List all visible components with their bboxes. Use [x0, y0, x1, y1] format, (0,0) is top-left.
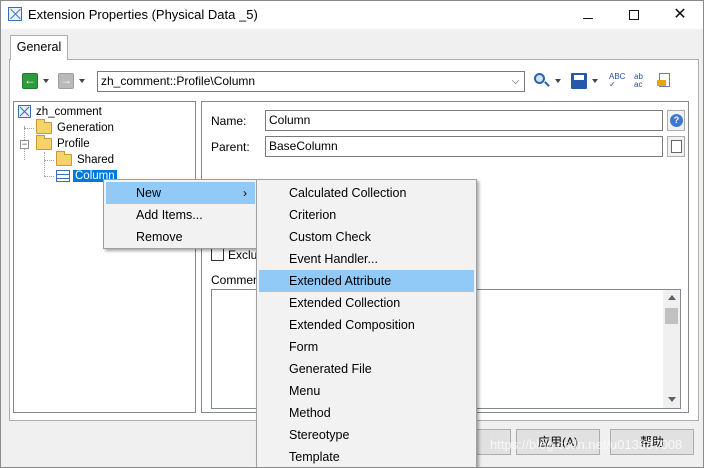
tree-node-profile[interactable]: Profile	[36, 135, 92, 152]
help-icon: ?	[670, 114, 683, 127]
find-dropdown-icon[interactable]	[555, 79, 561, 83]
properties-icon	[671, 140, 682, 153]
submenu-arrow-icon: ›	[243, 186, 247, 200]
context-menu: New › Add Items... Remove	[103, 179, 258, 249]
extension-tree[interactable]: zh_comment Generation − Profile Shared C…	[13, 101, 196, 413]
menu-item-template[interactable]: Template	[259, 446, 474, 467]
toolbar: ← → zh_comment::Profile\Column ⌵ ABC ✓ a…	[15, 69, 695, 95]
back-button[interactable]: ←	[22, 73, 38, 89]
object-path-combobox[interactable]: zh_comment::Profile\Column ⌵	[97, 71, 525, 92]
tab-general[interactable]: General	[10, 35, 68, 60]
new-submenu: Calculated Collection Criterion Custom C…	[256, 179, 477, 467]
menu-item-extended-attribute[interactable]: Extended Attribute	[259, 270, 474, 292]
folder-icon	[56, 151, 72, 166]
tree-node-shared[interactable]: Shared	[56, 151, 116, 168]
close-button[interactable]: ✕	[657, 1, 703, 29]
parent-label: Parent:	[211, 140, 250, 154]
close-icon: ✕	[673, 6, 687, 23]
spell-check-button[interactable]: ABC ✓	[609, 73, 625, 89]
parent-field[interactable]: BaseColumn	[265, 136, 663, 157]
menu-item-method[interactable]: Method	[259, 402, 474, 424]
chevron-down-icon[interactable]: ⌵	[507, 72, 524, 91]
tree-node-zh-comment[interactable]: zh_comment	[18, 104, 104, 120]
forward-dropdown-icon[interactable]	[79, 79, 85, 83]
maximize-button[interactable]	[611, 1, 657, 29]
menu-item-menu[interactable]: Menu	[259, 380, 474, 402]
menu-item-criterion[interactable]: Criterion	[259, 204, 474, 226]
find-button[interactable]	[534, 73, 550, 89]
class-icon	[56, 170, 70, 182]
exclude-checkbox[interactable]	[211, 248, 224, 261]
extension-icon	[8, 7, 22, 21]
collapse-profile-icon[interactable]: −	[20, 140, 29, 149]
menu-item-extended-collection[interactable]: Extended Collection	[259, 292, 474, 314]
minimize-icon	[583, 18, 593, 19]
extension-properties-window: Extension Properties (Physical Data _5) …	[0, 0, 704, 468]
minimize-button[interactable]	[565, 1, 611, 29]
menu-item-event-handler[interactable]: Event Handler...	[259, 248, 474, 270]
parent-properties-button[interactable]	[667, 136, 685, 157]
folder-icon	[36, 135, 52, 150]
menu-item-stereotype[interactable]: Stereotype	[259, 424, 474, 446]
menu-item-form[interactable]: Form	[259, 336, 474, 358]
window-title: Extension Properties (Physical Data _5)	[28, 7, 258, 22]
menu-item-remove[interactable]: Remove	[106, 226, 255, 248]
save-dropdown-icon[interactable]	[592, 79, 598, 83]
menu-item-custom-check[interactable]: Custom Check	[259, 226, 474, 248]
object-path-value: zh_comment::Profile\Column	[101, 74, 256, 88]
exclude-label: Exclu	[228, 248, 258, 262]
folder-icon	[36, 119, 52, 134]
extension-icon	[18, 105, 31, 118]
comment-scrollbar[interactable]	[663, 290, 680, 408]
menu-item-extended-composition[interactable]: Extended Composition	[259, 314, 474, 336]
scroll-up-icon[interactable]	[668, 295, 676, 300]
name-label: Name:	[211, 114, 247, 128]
help-button[interactable]: ?	[667, 110, 685, 131]
title-bar[interactable]: Extension Properties (Physical Data _5) …	[1, 1, 703, 29]
name-field[interactable]: Column	[265, 110, 663, 131]
scroll-down-icon[interactable]	[668, 397, 676, 402]
menu-item-add-items[interactable]: Add Items...	[106, 204, 255, 226]
back-dropdown-icon[interactable]	[43, 79, 49, 83]
maximize-icon	[629, 10, 639, 20]
save-button[interactable]	[571, 73, 587, 89]
forward-button[interactable]: →	[58, 73, 74, 89]
watermark-text: https://blog.csdn.net/u013887008	[490, 437, 683, 452]
tree-node-generation[interactable]: Generation	[36, 119, 116, 136]
menu-item-calculated-collection[interactable]: Calculated Collection	[259, 182, 474, 204]
replace-button[interactable]: ab ac	[634, 73, 650, 89]
export-button[interactable]	[657, 73, 673, 89]
scroll-thumb[interactable]	[665, 308, 678, 324]
menu-item-generated-file[interactable]: Generated File	[259, 358, 474, 380]
menu-item-new[interactable]: New ›	[106, 182, 255, 204]
